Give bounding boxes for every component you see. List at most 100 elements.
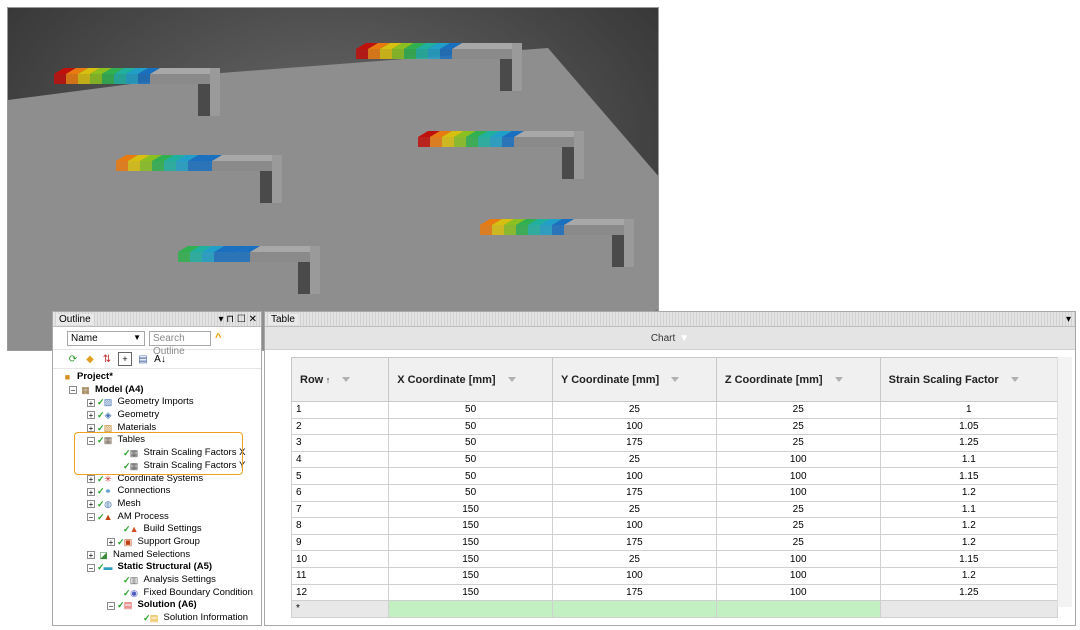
table-cell[interactable]: 6 [290, 483, 390, 502]
tree-node[interactable]: + ◪ Named Selections [53, 549, 261, 562]
table-row[interactable]: 8 150 100 25 1.2 [290, 517, 1059, 535]
chevron-down-icon[interactable] [507, 377, 516, 383]
tree-node[interactable]: + ✓ ✳ Coordinate Systems [53, 473, 261, 486]
table-cell[interactable]: 100 [715, 483, 881, 502]
collapse-icon[interactable]: − [87, 512, 95, 521]
outline-window-controls[interactable]: ▾ ⊓ ☐ ✕ [218, 314, 261, 325]
table-cell[interactable]: 175 [552, 483, 717, 502]
table-cell[interactable]: 150 [388, 566, 553, 585]
table-cell[interactable]: 12 [290, 583, 390, 602]
table-cell[interactable]: 4 [290, 450, 390, 469]
chevron-down-icon[interactable] [671, 377, 680, 383]
tree-node[interactable]: ✓ ▦ Strain Scaling Factors X [53, 447, 261, 460]
expand-icon[interactable]: + [87, 411, 95, 420]
table-cell[interactable]: 100 [552, 467, 717, 485]
chart-toggle[interactable]: Chart ▼ [265, 327, 1075, 350]
expand-icon[interactable]: + [107, 538, 115, 547]
table-cell[interactable]: 150 [388, 517, 553, 535]
table-cell[interactable]: 175 [552, 583, 717, 602]
expand-icon[interactable]: + [87, 424, 95, 433]
table-cell[interactable] [388, 600, 553, 618]
table-cell[interactable]: 100 [552, 517, 717, 535]
table-cell[interactable] [879, 600, 1059, 618]
table-cell[interactable]: 11 [290, 566, 390, 585]
table-cell[interactable]: 25 [552, 450, 717, 469]
collapse-icon[interactable]: − [69, 386, 77, 395]
tree-node[interactable]: ✓ ▲ Build Settings [53, 523, 261, 536]
table-cell[interactable]: 25 [715, 417, 881, 436]
tree-node[interactable]: + ✓ ▣ Support Group [53, 536, 261, 549]
table-cell[interactable]: 9 [290, 533, 390, 552]
collapse-icon[interactable]: − [87, 563, 95, 572]
tree-node[interactable]: ✓ ◉ Fixed Boundary Condition [53, 587, 261, 600]
expand-icon[interactable]: + [87, 500, 95, 509]
table-cell[interactable]: 1.2 [879, 533, 1059, 552]
table-cell[interactable]: 25 [715, 401, 881, 419]
table-cell[interactable]: 25 [552, 550, 717, 568]
expand-icon[interactable]: + [87, 398, 95, 407]
table-cell[interactable]: 1.15 [879, 550, 1059, 568]
table-cell[interactable]: 25 [715, 533, 881, 552]
expand-icon[interactable]: + [87, 550, 95, 559]
tree-node[interactable]: + ✓ ▨ Geometry Imports [53, 396, 261, 409]
table-cell[interactable]: 50 [388, 483, 553, 502]
tree-node[interactable]: − ✓ ▲ AM Process [53, 511, 261, 524]
tree-node[interactable]: − ✓ ▬ Static Structural (A5) [53, 561, 261, 574]
tree-node[interactable]: ✓ ▤ Solution Information [53, 612, 261, 625]
collapse-icon[interactable]: − [107, 601, 115, 610]
table-cell[interactable]: 7 [290, 500, 390, 519]
collapse-all-icon[interactable]: ▤ [137, 353, 149, 365]
tree-node[interactable]: ✓ ▦ Strain Scaling Factors Y [53, 460, 261, 473]
table-cell[interactable]: 1.05 [879, 417, 1059, 436]
table-cell[interactable]: 50 [388, 450, 553, 469]
table-cell[interactable]: 25 [552, 500, 717, 519]
table-cell[interactable]: 1.2 [879, 566, 1059, 585]
table-menu-icon[interactable]: ▾ [1066, 314, 1075, 325]
expand-all-icon[interactable]: + [118, 352, 132, 366]
chevron-up-icon[interactable]: ^ [215, 332, 221, 344]
new-row[interactable]: * [290, 600, 1059, 618]
chevron-down-icon[interactable] [834, 377, 843, 383]
table-cell[interactable]: 2 [290, 417, 390, 436]
search-outline-input[interactable]: Search Outline [149, 330, 211, 357]
table-cell[interactable]: 150 [388, 583, 553, 602]
tree-node[interactable]: + ✓ ▧ Materials [53, 422, 261, 435]
table-cell[interactable]: 10 [290, 550, 390, 568]
tree-node[interactable]: + ✓ ◈ Geometry [53, 409, 261, 422]
alpha-sort-icon[interactable]: A↓ [154, 353, 166, 365]
collapse-icon[interactable]: − [87, 436, 95, 445]
table-row[interactable]: 6 50 175 100 1.2 [290, 483, 1059, 502]
column-header[interactable]: X Coordinate [mm] [388, 357, 553, 402]
table-cell[interactable]: 1 [879, 401, 1059, 419]
chevron-down-icon[interactable] [342, 377, 351, 383]
sort-icon[interactable]: ⇅ [101, 353, 113, 365]
tree-node[interactable]: − ▦ Model (A4) [53, 384, 261, 397]
tag-icon[interactable]: ◆ [84, 353, 96, 365]
table-cell[interactable]: 150 [388, 550, 553, 568]
table-cell[interactable]: 100 [715, 467, 881, 485]
table-cell[interactable]: 1.1 [879, 450, 1059, 469]
table-cell[interactable]: 100 [715, 450, 881, 469]
table-cell[interactable] [715, 600, 881, 618]
table-cell[interactable]: 100 [552, 566, 717, 585]
table-cell[interactable]: 1.25 [879, 583, 1059, 602]
table-cell[interactable]: 1 [290, 401, 390, 419]
table-cell[interactable]: * [290, 600, 390, 618]
table-cell[interactable]: 175 [552, 434, 717, 452]
table-cell[interactable]: 100 [715, 566, 881, 585]
table-row[interactable]: 4 50 25 100 1.1 [290, 450, 1059, 469]
table-cell[interactable]: 100 [552, 417, 717, 436]
table-cell[interactable] [552, 600, 717, 618]
table-cell[interactable]: 1.1 [879, 500, 1059, 519]
table-row[interactable]: 2 50 100 25 1.05 [290, 417, 1059, 436]
table-cell[interactable]: 50 [388, 467, 553, 485]
column-header[interactable]: Strain Scaling Factor [879, 357, 1059, 402]
table-cell[interactable]: 8 [290, 517, 390, 535]
expand-icon[interactable]: + [87, 487, 95, 496]
table-row[interactable]: 1 50 25 25 1 [290, 401, 1059, 419]
table-cell[interactable]: 5 [290, 467, 390, 485]
table-cell[interactable]: 175 [552, 533, 717, 552]
table-row[interactable]: 10 150 25 100 1.15 [290, 550, 1059, 568]
tree-node[interactable]: + ✓ ◍ Mesh [53, 498, 261, 511]
table-cell[interactable]: 150 [388, 533, 553, 552]
